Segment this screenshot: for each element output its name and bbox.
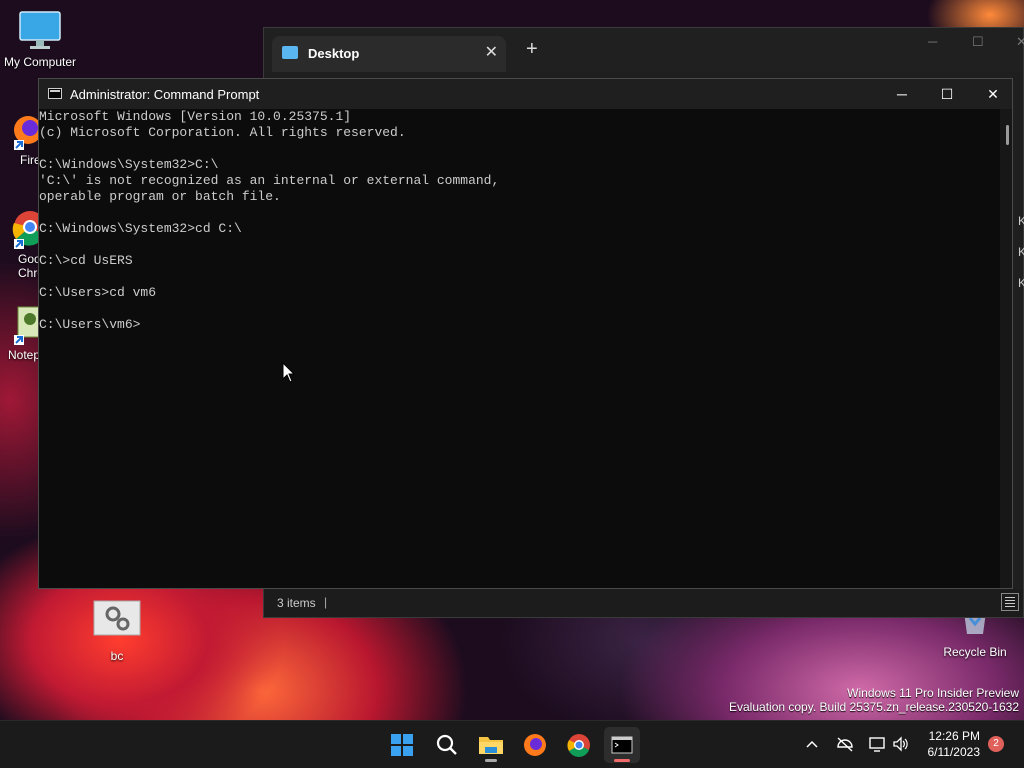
desktop-icon-label: Recycle Bin: [943, 645, 1007, 659]
desktop-icon-firefox[interactable]: Fire: [0, 110, 40, 167]
console-line: Microsoft Windows [Version 10.0.25375.1]: [39, 109, 352, 124]
console-line: C:\Windows\System32>cd C:\: [39, 221, 242, 236]
console-line: C:\Windows\System32>C:\: [39, 157, 219, 172]
search-button[interactable]: [429, 727, 465, 763]
clock-date: 6/11/2023: [927, 745, 981, 759]
desktop-icon-chrome[interactable]: Goo Chro: [0, 205, 40, 280]
close-button[interactable]: ✕: [970, 79, 1016, 109]
console-line: 'C:\' is not recognized as an internal o…: [39, 173, 500, 188]
console-scrollbar[interactable]: [1000, 109, 1012, 588]
settings-file-icon: [93, 600, 141, 636]
firefox-icon: [14, 116, 40, 150]
terminal-icon: [611, 736, 633, 754]
monitor-icon: [19, 11, 61, 49]
windows-watermark: Windows 11 Pro Insider Preview Evaluatio…: [729, 686, 1019, 714]
start-icon: [391, 734, 413, 756]
desktop-folder-icon: [282, 46, 298, 59]
watermark-edition: Windows 11 Pro Insider Preview: [847, 686, 1019, 700]
desktop-icon-label: Notep: [8, 348, 40, 362]
console-prompt[interactable]: C:\Users\vm6>: [39, 317, 1000, 333]
explorer-maximize-button[interactable]: ☐: [972, 34, 984, 50]
new-tab-button[interactable]: +: [526, 38, 538, 61]
console-output[interactable]: Microsoft Windows [Version 10.0.25375.1]…: [39, 109, 1000, 588]
console-line: (c) Microsoft Corporation. All rights re…: [39, 125, 406, 140]
desktop-icon-my-computer[interactable]: My Computer: [2, 10, 78, 69]
notepad-icon: [14, 306, 40, 345]
explorer-close-button[interactable]: ✕: [1016, 34, 1024, 50]
notification-badge[interactable]: 2: [988, 736, 1004, 752]
cmd-title-bar[interactable]: Administrator: Command Prompt ─ ☐ ✕: [39, 79, 1012, 109]
taskbar-file-explorer[interactable]: [473, 727, 509, 763]
desktop-icon-bc[interactable]: bc: [92, 600, 142, 663]
desktop-icon-label: Goo Chro: [18, 252, 40, 280]
explorer-minimize-button[interactable]: ─: [928, 34, 937, 49]
tab-close-button[interactable]: ✕: [485, 42, 498, 62]
partial-text: K: [1018, 276, 1024, 290]
desktop-icon-label: bc: [110, 649, 124, 663]
chevron-up-icon[interactable]: [804, 737, 820, 753]
search-icon: [436, 734, 457, 755]
tab-desktop[interactable]: Desktop ✕: [272, 36, 506, 72]
scrollbar-thumb[interactable]: [1006, 125, 1009, 145]
console-line: operable program or batch file.: [39, 189, 281, 204]
tab-title: Desktop: [308, 46, 360, 61]
explorer-status-bar: 3 items |: [264, 589, 1023, 617]
taskbar-chrome[interactable]: [561, 727, 597, 763]
window-title: Administrator: Command Prompt: [70, 87, 260, 102]
cmd-icon: [48, 88, 62, 99]
mouse-cursor-icon: [282, 362, 296, 383]
maximize-button[interactable]: ☐: [924, 79, 970, 109]
network-offline-icon[interactable]: [836, 735, 854, 753]
start-button[interactable]: [384, 727, 420, 763]
details-view-icon[interactable]: [1001, 593, 1019, 611]
running-indicator: [485, 759, 497, 762]
explorer-tab-bar: Desktop ✕ + ─ ☐ ✕: [264, 28, 1024, 72]
status-separator: |: [324, 595, 328, 609]
clock-time: 12:26 PM: [928, 729, 980, 743]
item-count: 3 items: [277, 596, 316, 610]
chrome-icon: [567, 734, 590, 757]
file-explorer-icon: [479, 737, 503, 754]
taskbar-command-prompt[interactable]: [604, 727, 640, 763]
volume-icon[interactable]: [892, 735, 910, 753]
desktop-icon-notepad[interactable]: Notep: [0, 305, 40, 362]
partial-text: K: [1018, 214, 1024, 228]
system-clock[interactable]: 12:26 PM 6/11/2023: [918, 728, 981, 760]
partial-text: K: [1018, 245, 1024, 259]
active-indicator: [614, 759, 630, 762]
desktop-icon-recycle-bin[interactable]: Recycle Bin: [942, 612, 1008, 659]
taskbar-firefox[interactable]: [517, 727, 553, 763]
chrome-icon: [12, 211, 40, 249]
desktop-icon-label: My Computer: [3, 55, 77, 69]
display-icon[interactable]: [868, 735, 886, 753]
watermark-build: Evaluation copy. Build 25375.zn_release.…: [729, 700, 1019, 714]
desktop-icon-label: Fire: [20, 153, 40, 167]
minimize-button[interactable]: ─: [879, 79, 925, 109]
taskbar: 12:26 PM 6/11/2023: [0, 720, 1024, 768]
firefox-icon: [524, 734, 546, 756]
console-line: C:\Users>cd vm6: [39, 285, 157, 300]
command-prompt-window[interactable]: Administrator: Command Prompt ─ ☐ ✕ Micr…: [38, 78, 1013, 589]
console-line: C:\>cd UsERS: [39, 253, 133, 268]
